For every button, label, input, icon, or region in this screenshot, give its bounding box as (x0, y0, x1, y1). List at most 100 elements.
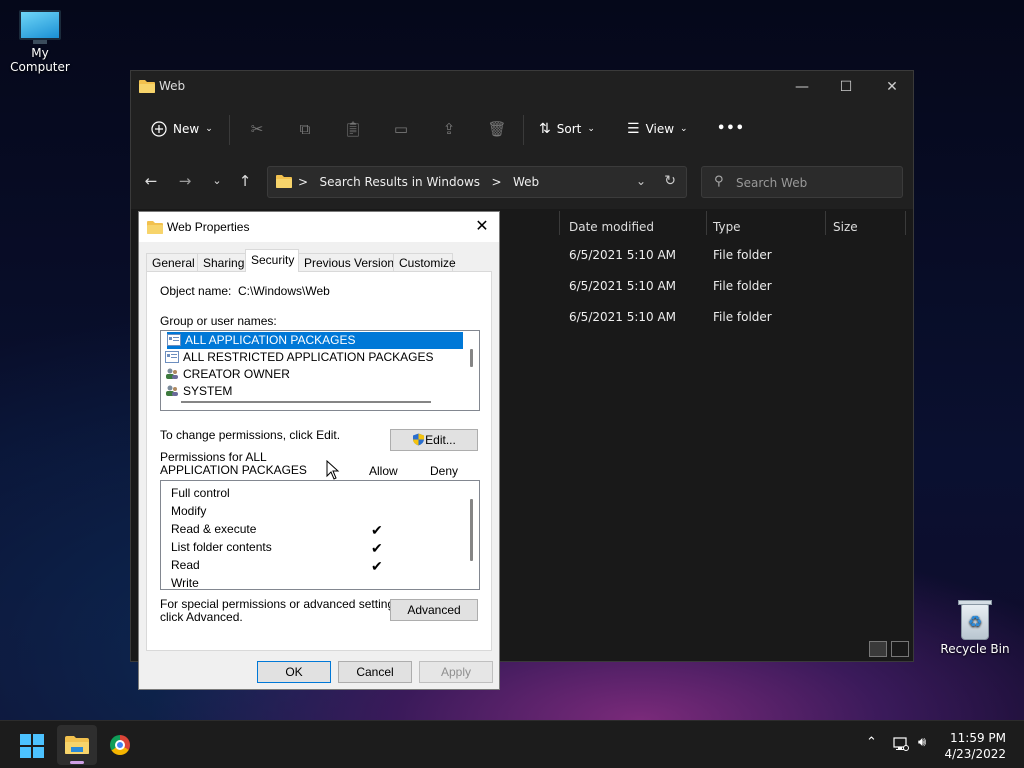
forward-arrow-icon[interactable]: → (173, 169, 197, 193)
list-item[interactable]: ALL APPLICATION PACKAGES (167, 332, 463, 349)
column-header-size[interactable]: Size (833, 215, 858, 239)
permissions-for-label: Permissions for ALL APPLICATION PACKAGES (160, 451, 307, 477)
breadcrumb-separator: > (298, 175, 309, 189)
group-name: ALL RESTRICTED APPLICATION PACKAGES (183, 350, 434, 364)
tab-customize[interactable]: Customize (393, 253, 456, 271)
more-options-button[interactable]: ••• (717, 117, 745, 141)
chevron-down-icon: ⌄ (680, 124, 688, 134)
back-arrow-icon[interactable]: ← (139, 169, 163, 193)
allow-check-icon: ✔ (371, 558, 383, 574)
volume-icon[interactable]: 🔊︎ (918, 735, 926, 750)
breadcrumb-search-results[interactable]: Search Results in Windows (320, 175, 481, 189)
permission-row: Read (171, 556, 200, 574)
rename-icon[interactable]: ▭ (391, 119, 411, 139)
share-icon[interactable]: ⇪ (439, 119, 459, 139)
new-label: New (173, 122, 200, 136)
permissions-list[interactable]: Full control Modify Read & execute List … (160, 480, 480, 590)
close-button[interactable]: ✕ (869, 75, 915, 99)
group-name: SYSTEM (183, 384, 233, 398)
details-view-icon[interactable] (869, 641, 887, 657)
active-app-indicator (70, 761, 84, 764)
list-item[interactable]: ALL RESTRICTED APPLICATION PACKAGES (165, 349, 434, 366)
permissions-for-line2: APPLICATION PACKAGES (160, 463, 307, 477)
taskbar-chrome[interactable] (100, 725, 140, 765)
advanced-button[interactable]: Advanced (390, 599, 478, 621)
breadcrumb-separator: > (491, 175, 502, 189)
change-permissions-text: To change permissions, click Edit. (160, 428, 341, 442)
monitor-icon (19, 10, 61, 44)
horizontal-scrollbar-thumb[interactable] (181, 401, 431, 403)
chevron-down-icon: ⌄ (205, 124, 213, 134)
object-name-label: Object name: (160, 284, 232, 298)
tab-general[interactable]: General (146, 253, 198, 271)
permission-name: Full control (171, 486, 230, 500)
row-type: File folder (713, 248, 772, 262)
windows-logo-icon (33, 734, 44, 745)
start-button[interactable] (20, 734, 44, 758)
maximize-button[interactable]: ☐ (823, 75, 869, 99)
dialog-title-bar[interactable]: Web Properties ✕ (139, 212, 499, 242)
ok-button[interactable]: OK (257, 661, 331, 683)
view-button[interactable]: ☰ View ⌄ (627, 117, 688, 141)
edit-button[interactable]: Edit... (390, 429, 478, 451)
cut-icon[interactable]: ✂ (247, 119, 267, 139)
vertical-scrollbar[interactable] (470, 499, 473, 561)
cancel-button[interactable]: Cancel (338, 661, 412, 683)
row-date: 6/5/2021 5:10 AM (569, 279, 677, 293)
taskbar-file-explorer[interactable] (57, 725, 97, 765)
list-item[interactable]: CREATOR OWNER (165, 366, 290, 383)
column-divider (905, 211, 906, 235)
group-user-list[interactable]: ALL APPLICATION PACKAGES ALL RESTRICTED … (160, 330, 480, 411)
chrome-icon (110, 735, 130, 755)
file-explorer-icon (65, 736, 89, 754)
folder-icon (147, 221, 163, 234)
paste-icon[interactable]: 📋︎ (343, 119, 363, 139)
breadcrumb-web[interactable]: Web (513, 175, 539, 189)
dialog-title: Web Properties (167, 220, 250, 234)
toolbar-separator (229, 115, 230, 145)
permission-name: List folder contents (171, 540, 272, 554)
vertical-scrollbar[interactable] (470, 349, 473, 367)
navigation-bar: ← → ⌄ ↑ > Search Results in Windows > We… (131, 155, 913, 209)
tab-sharing[interactable]: Sharing (197, 253, 247, 271)
desktop-icon-recycle-bin[interactable]: ♻ Recycle Bin (935, 598, 1015, 656)
address-bar[interactable]: > Search Results in Windows > Web ⌄ ↻ (267, 166, 687, 198)
large-icons-view-icon[interactable] (891, 641, 909, 657)
search-box[interactable]: ⚲ (701, 166, 903, 198)
column-divider (825, 211, 826, 235)
tab-security[interactable]: Security (245, 249, 299, 272)
tab-previous-versions[interactable]: Previous Versions (298, 253, 400, 271)
address-dropdown-chevron-icon[interactable]: ⌄ (636, 174, 646, 188)
windows-logo-icon (33, 747, 44, 758)
column-header-date-modified[interactable]: Date modified (569, 215, 654, 239)
users-icon (166, 385, 178, 396)
up-arrow-icon[interactable]: ↑ (233, 169, 257, 193)
users-icon (166, 368, 178, 379)
windows-logo-icon (20, 747, 31, 758)
explorer-title-bar[interactable]: Web — ☐ ✕ (131, 71, 913, 103)
row-date: 6/5/2021 5:10 AM (569, 310, 677, 324)
show-hidden-icons-chevron-icon[interactable]: ⌃ (866, 735, 877, 750)
dialog-close-button[interactable]: ✕ (471, 216, 493, 238)
column-header-type[interactable]: Type (713, 215, 741, 239)
new-button[interactable]: New ⌄ (151, 117, 213, 141)
edit-button-label: Edit... (425, 433, 456, 447)
mouse-cursor-icon (326, 460, 340, 480)
minimize-button[interactable]: — (779, 75, 825, 99)
list-cover (161, 397, 479, 410)
search-input[interactable] (734, 173, 898, 193)
properties-dialog: Web Properties ✕ General Sharing Securit… (138, 211, 500, 690)
sort-label: Sort (556, 122, 582, 136)
permission-name: Read (171, 558, 200, 572)
refresh-icon[interactable]: ↻ (664, 173, 676, 189)
network-icon[interactable] (893, 737, 909, 751)
command-bar: New ⌄ ✂ ⧉ 📋︎ ▭ ⇪ 🗑︎ ⇅ Sort ⌄ ☰ View ⌄ ••… (131, 103, 913, 155)
permission-row: Read & execute (171, 520, 256, 538)
copy-icon[interactable]: ⧉ (295, 119, 315, 139)
recent-locations-chevron-icon[interactable]: ⌄ (205, 169, 229, 193)
system-clock[interactable]: 11:59 PM 4/23/2022 (944, 730, 1006, 762)
sort-button[interactable]: ⇅ Sort ⌄ (539, 117, 595, 141)
desktop-icon-my-computer[interactable]: My Computer (0, 10, 80, 74)
apply-button[interactable]: Apply (419, 661, 493, 683)
delete-icon[interactable]: 🗑︎ (487, 119, 507, 139)
